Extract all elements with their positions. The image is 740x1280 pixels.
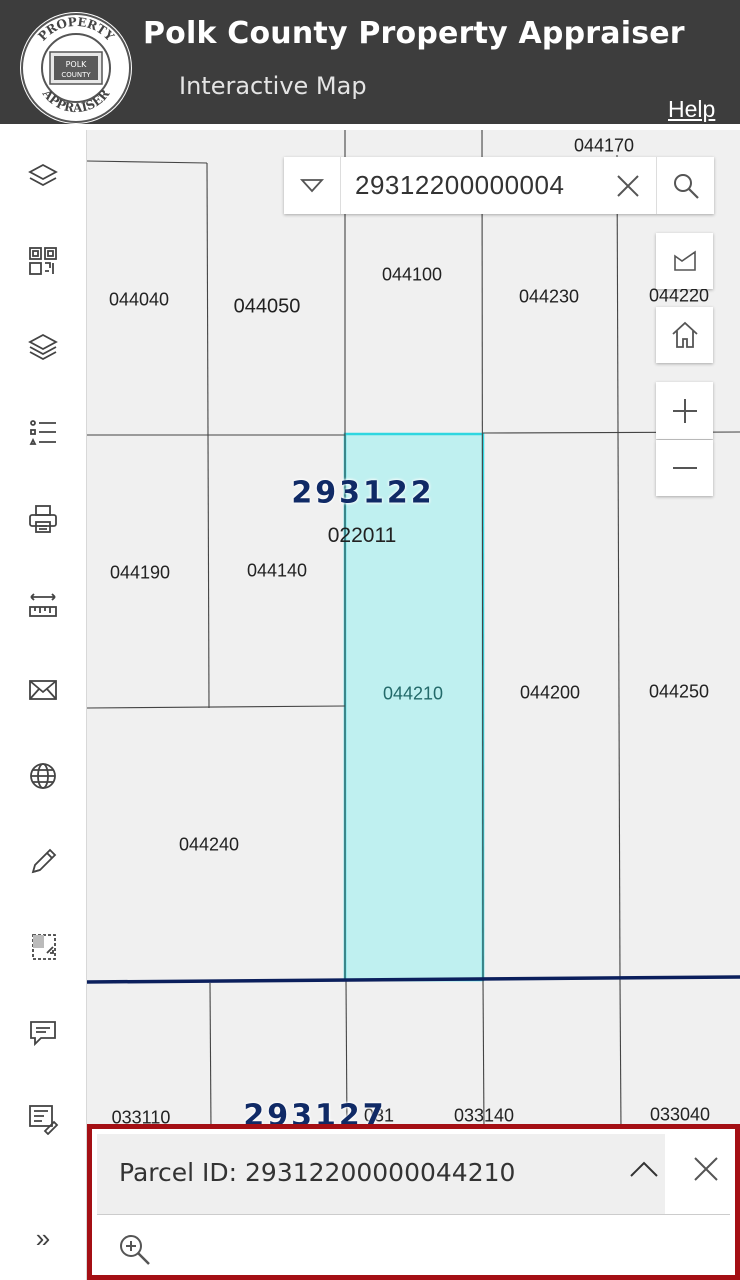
chevron-down-icon bbox=[300, 178, 324, 192]
legend-list-icon[interactable] bbox=[22, 412, 64, 454]
help-link[interactable]: Help bbox=[668, 96, 715, 123]
close-icon bbox=[694, 1157, 718, 1181]
search-source-dropdown[interactable] bbox=[284, 157, 341, 214]
parcel-label: 033040 bbox=[649, 1104, 711, 1125]
zoom-to-icon bbox=[120, 1235, 150, 1265]
chevron-up-icon bbox=[630, 1161, 658, 1177]
email-icon[interactable] bbox=[22, 669, 64, 711]
parcel-label: 044230 bbox=[518, 286, 580, 307]
parcel-search-bar: 29312200000004 bbox=[284, 157, 714, 214]
tool-sidebar: » bbox=[0, 130, 87, 1280]
zoom-to-button[interactable] bbox=[118, 1233, 152, 1267]
layers-stack-icon[interactable] bbox=[22, 326, 64, 368]
property-appraiser-logo: PROPERTY APPRAISER POLK COUNTY bbox=[20, 12, 132, 124]
expand-sidebar-button[interactable]: » bbox=[22, 1217, 64, 1259]
app-subtitle: Interactive Map bbox=[179, 72, 367, 100]
report-tools-icon[interactable] bbox=[22, 1098, 64, 1140]
parcel-label: 044170 bbox=[573, 135, 635, 156]
svg-text:COUNTY: COUNTY bbox=[61, 71, 91, 79]
home-icon bbox=[671, 321, 698, 348]
select-area-icon[interactable] bbox=[22, 926, 64, 968]
popup-divider bbox=[97, 1214, 730, 1215]
close-icon bbox=[617, 174, 639, 197]
measure-icon[interactable] bbox=[22, 583, 64, 625]
basemap-icon bbox=[673, 250, 696, 271]
collapse-popup-button[interactable] bbox=[620, 1145, 668, 1193]
comment-icon[interactable] bbox=[22, 1012, 64, 1054]
parcel-label: 044250 bbox=[648, 681, 710, 702]
parcel-label: 044200 bbox=[519, 682, 581, 703]
basemap-button[interactable] bbox=[656, 233, 713, 289]
home-button[interactable] bbox=[656, 307, 713, 363]
app-header: PROPERTY APPRAISER POLK COUNTY Polk Coun… bbox=[0, 0, 740, 124]
print-icon[interactable] bbox=[22, 498, 64, 540]
pencil-icon[interactable] bbox=[22, 841, 64, 883]
qr-grid-icon[interactable] bbox=[22, 240, 64, 282]
search-button[interactable] bbox=[656, 157, 714, 214]
search-input[interactable]: 29312200000004 bbox=[341, 170, 600, 201]
parcel-label: 044050 bbox=[233, 295, 301, 318]
parcel-label: 044190 bbox=[109, 562, 171, 583]
close-popup-button[interactable] bbox=[684, 1147, 728, 1191]
app-title: Polk County Property Appraiser bbox=[143, 16, 685, 51]
parcel-label: 044040 bbox=[108, 289, 170, 310]
selected-parcel-highlight bbox=[343, 432, 485, 982]
clear-search-button[interactable] bbox=[600, 157, 656, 214]
minus-icon bbox=[672, 467, 697, 469]
search-icon bbox=[673, 173, 699, 199]
parcel-label: 044240 bbox=[178, 834, 240, 855]
section-boundary-line bbox=[87, 975, 740, 984]
parcel-label: 044140 bbox=[246, 560, 308, 581]
map-view[interactable]: 044170 044040 044050 044100 044230 04422… bbox=[87, 130, 740, 1280]
parcel-label-selected: 044210 bbox=[382, 683, 444, 704]
popup-title: Parcel ID: 29312200000044210 bbox=[119, 1158, 516, 1187]
section-label: 293122 bbox=[291, 475, 435, 511]
globe-icon[interactable] bbox=[22, 755, 64, 797]
parcel-label: 044100 bbox=[381, 264, 443, 285]
zoom-in-button[interactable] bbox=[656, 382, 713, 439]
layers-icon[interactable] bbox=[22, 155, 64, 197]
svg-text:POLK: POLK bbox=[66, 60, 88, 69]
plus-icon bbox=[672, 398, 697, 423]
popup-header: Parcel ID: 29312200000044210 bbox=[97, 1134, 665, 1214]
zoom-out-button[interactable] bbox=[656, 440, 713, 496]
parcel-popup: Parcel ID: 29312200000044210 bbox=[87, 1124, 740, 1280]
section-sub-label: 022011 bbox=[327, 524, 397, 547]
